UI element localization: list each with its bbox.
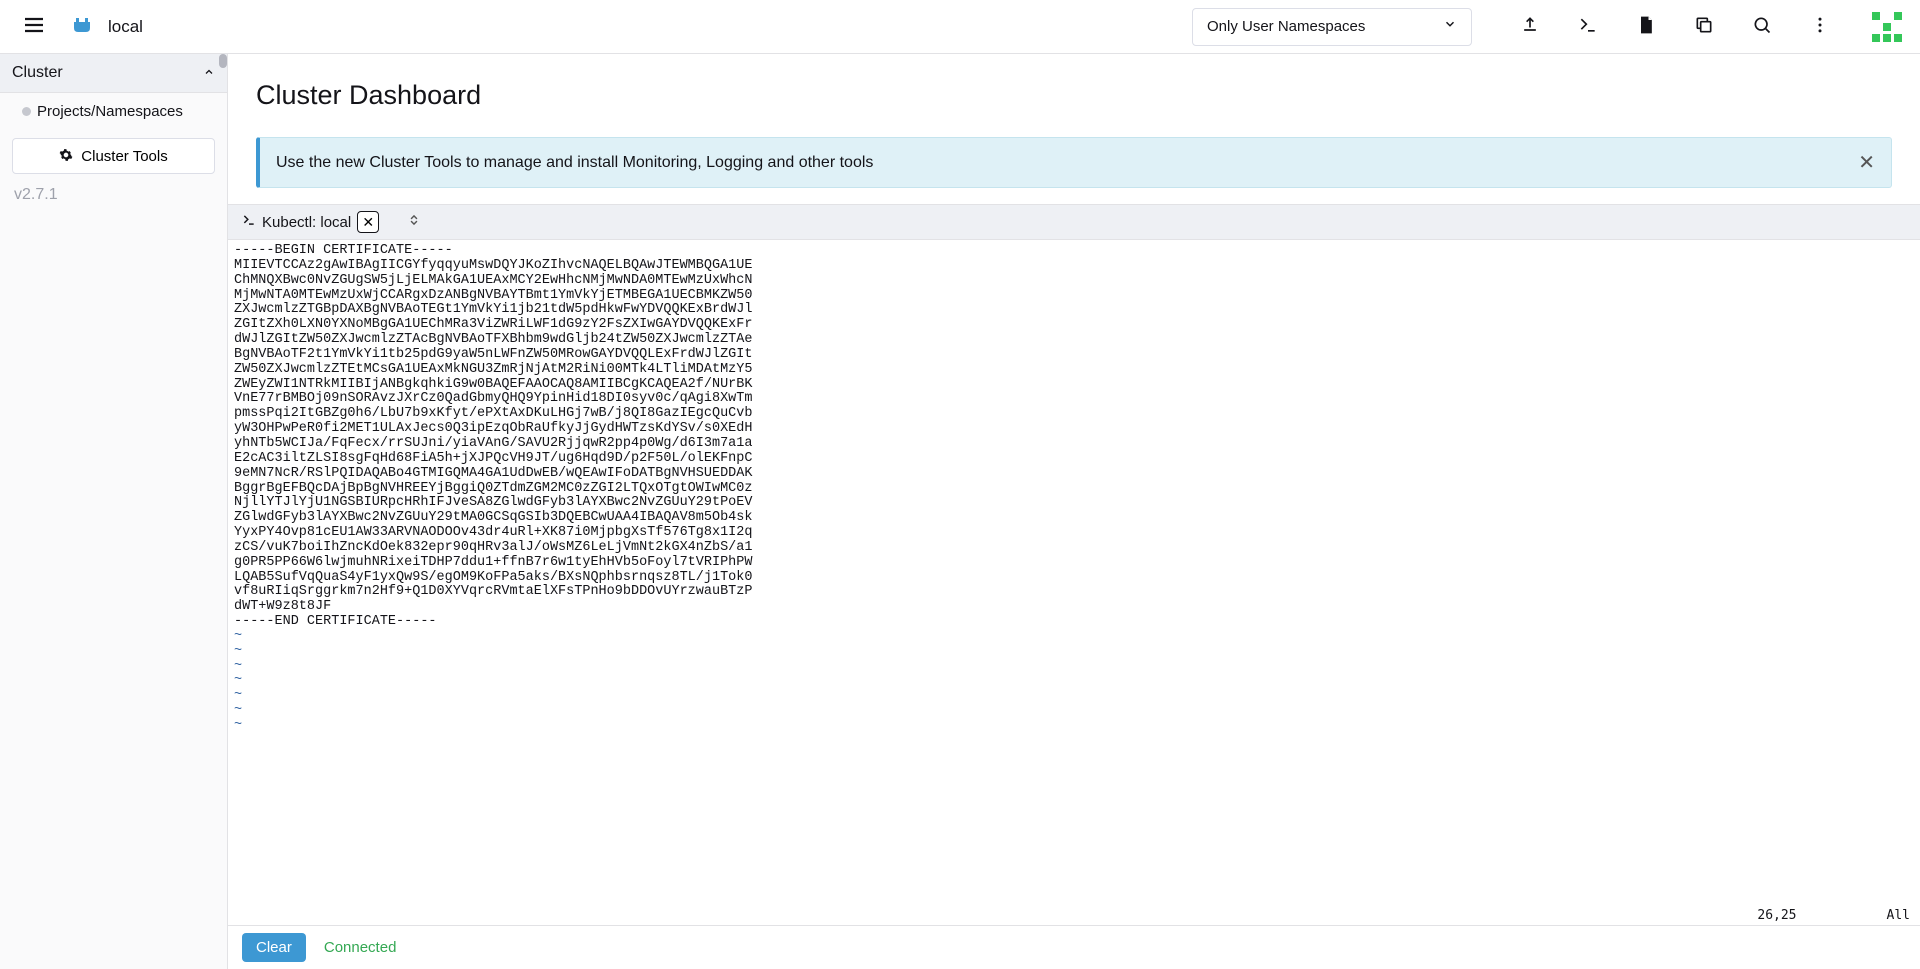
search-button[interactable] <box>1748 11 1776 42</box>
shell-tab-close-button[interactable]: ✕ <box>357 211 379 233</box>
topbar: local Only User Namespaces <box>0 0 1920 54</box>
copy-icon <box>1694 15 1714 38</box>
shell-footer: Clear Connected <box>228 925 1920 969</box>
terminal-area: -----BEGIN CERTIFICATE----- MIIEVTCCAz2g… <box>228 240 1920 925</box>
shell-expand-button[interactable] <box>401 209 427 235</box>
terminal-icon <box>1578 15 1598 38</box>
terminal-cursor-position: 26,25 <box>1757 908 1796 923</box>
search-icon <box>1752 15 1772 38</box>
rancher-logo-icon <box>70 15 94 39</box>
namespace-filter-selected: Only User Namespaces <box>1207 18 1365 35</box>
upload-icon <box>1520 15 1540 38</box>
gear-icon <box>59 148 73 165</box>
sidebar-item-projects-namespaces[interactable]: Projects/Namespaces <box>0 93 227 128</box>
main: Cluster Dashboard Use the new Cluster To… <box>228 54 1920 969</box>
cluster-tools-label: Cluster Tools <box>81 148 167 165</box>
app-switcher-icon[interactable] <box>1872 12 1902 42</box>
info-banner: Use the new Cluster Tools to manage and … <box>256 137 1892 188</box>
shell-tab-label: Kubectl: local <box>262 214 351 231</box>
terminal-output[interactable]: -----BEGIN CERTIFICATE----- MIIEVTCCAz2g… <box>228 240 1920 908</box>
shell-connection-status: Connected <box>324 939 397 956</box>
cluster-tools-button[interactable]: Cluster Tools <box>12 138 215 174</box>
version-label: v2.7.1 <box>0 174 227 216</box>
namespace-filter[interactable]: Only User Namespaces <box>1192 8 1472 46</box>
more-menu-button[interactable] <box>1806 11 1834 42</box>
bullet-icon <box>22 107 31 116</box>
sidebar-scrollbar[interactable] <box>219 54 227 68</box>
import-yaml-button[interactable] <box>1516 11 1544 42</box>
shell-tab-kubectl-local[interactable]: Kubectl: local ✕ <box>232 207 385 237</box>
copy-kubeconfig-button[interactable] <box>1690 11 1718 42</box>
file-icon <box>1636 15 1656 38</box>
download-kubeconfig-button[interactable] <box>1632 11 1660 42</box>
sidebar-item-label: Projects/Namespaces <box>37 103 183 120</box>
terminal-icon <box>242 213 256 231</box>
kubectl-shell-button[interactable] <box>1574 11 1602 42</box>
chevron-down-icon <box>1443 17 1457 36</box>
terminal-scroll-percent: All <box>1887 908 1910 923</box>
banner-text: Use the new Cluster Tools to manage and … <box>276 154 873 172</box>
cluster-name: local <box>108 17 143 37</box>
close-icon: ✕ <box>1858 152 1875 174</box>
page-title: Cluster Dashboard <box>256 80 1892 111</box>
close-icon: ✕ <box>362 215 374 229</box>
sidebar-section-cluster[interactable]: Cluster <box>0 54 227 93</box>
expand-icon <box>407 213 421 232</box>
namespace-filter-button[interactable]: Only User Namespaces <box>1192 8 1472 46</box>
menu-toggle-button[interactable] <box>18 9 50 44</box>
shell-tabbar: Kubectl: local ✕ <box>228 204 1920 240</box>
sidebar: Cluster Projects/Namespaces Cluster Tool… <box>0 54 228 969</box>
body: Cluster Projects/Namespaces Cluster Tool… <box>0 54 1920 969</box>
sidebar-section-label: Cluster <box>12 64 63 82</box>
topbar-actions <box>1516 11 1834 42</box>
kebab-icon <box>1810 15 1830 38</box>
hamburger-icon <box>22 13 46 40</box>
chevron-up-icon <box>203 65 215 81</box>
banner-close-button[interactable]: ✕ <box>1858 150 1875 175</box>
terminal-statusline: 26,25 All <box>228 908 1920 925</box>
shell-clear-button[interactable]: Clear <box>242 933 306 962</box>
